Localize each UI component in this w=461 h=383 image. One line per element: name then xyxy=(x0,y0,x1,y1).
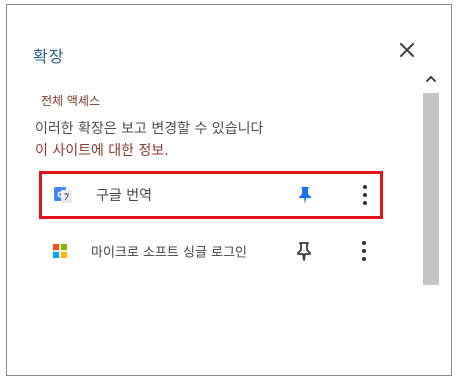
extension-row-microsoft-sso[interactable]: 마이크로 소프트 싱글 로그인 xyxy=(39,227,383,275)
scrollbar-thumb[interactable] xyxy=(423,93,439,285)
close-button[interactable] xyxy=(396,39,418,61)
more-vert-dot xyxy=(363,193,367,197)
pin-button[interactable] xyxy=(296,185,314,205)
more-vert-icon xyxy=(362,241,366,245)
extensions-panel: 확장 전체 액세스 이러한 확장은 보고 변경할 수 있습니다 이 사이트에 대… xyxy=(6,4,452,376)
section-description: 이러한 확장은 보고 변경할 수 있습니다 xyxy=(35,121,264,137)
extension-name: 구글 번역 xyxy=(96,188,152,204)
more-options-button[interactable] xyxy=(360,185,370,205)
extension-row-google-translate[interactable]: G 구글 번역 xyxy=(39,171,383,219)
more-vert-dot xyxy=(362,249,366,253)
pin-filled-icon xyxy=(299,187,311,204)
site-info-link[interactable]: 이 사이트에 대한 정보. xyxy=(35,141,169,162)
panel-title: 확장 xyxy=(33,47,65,66)
extension-name: 마이크로 소프트 싱글 로그인 xyxy=(91,245,247,261)
more-vert-dot xyxy=(362,257,366,261)
scrollbar[interactable] xyxy=(423,71,439,285)
google-translate-icon: G xyxy=(54,187,72,203)
more-vert-icon xyxy=(363,185,367,189)
close-icon xyxy=(400,43,414,57)
pin-button[interactable] xyxy=(295,241,313,261)
more-options-button[interactable] xyxy=(359,241,369,261)
more-vert-dot xyxy=(363,201,367,205)
svg-text:G: G xyxy=(57,191,64,200)
pin-outline-icon xyxy=(297,242,311,261)
microsoft-logo-icon xyxy=(53,244,67,258)
scroll-up-arrow-icon[interactable] xyxy=(426,75,436,83)
section-title: 전체 액세스 xyxy=(41,94,101,108)
